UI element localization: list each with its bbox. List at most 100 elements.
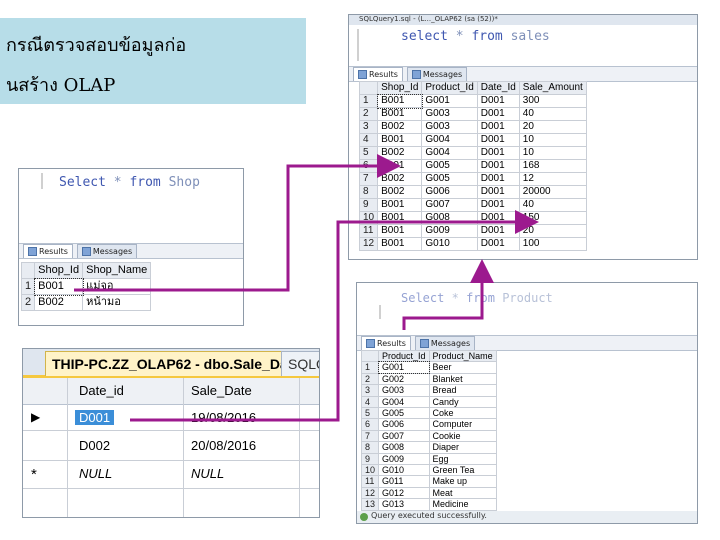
grid-cell[interactable]: 40 bbox=[518, 107, 587, 121]
grid-cell[interactable]: Beer bbox=[428, 361, 497, 374]
grid-cell[interactable]: B002 bbox=[377, 185, 423, 199]
table-row[interactable]: 8 G008 Diaper bbox=[360, 441, 497, 454]
grid-cell[interactable]: G002 bbox=[378, 372, 430, 386]
table-row[interactable]: 9 G009 Egg bbox=[360, 452, 497, 466]
column-header-sale-date[interactable]: Sale_Date bbox=[191, 383, 252, 398]
grid-cell[interactable]: G001 bbox=[421, 94, 478, 108]
grid-cell[interactable]: B002 bbox=[377, 146, 423, 160]
grid-cell[interactable]: D001 bbox=[476, 94, 520, 108]
grid-cell[interactable]: D001 bbox=[476, 224, 520, 238]
sales-sql-text[interactable]: select * from sales bbox=[401, 29, 550, 44]
table-row[interactable]: 5 B002 G004 D001 10 bbox=[358, 146, 587, 160]
results-tab[interactable]: Results bbox=[23, 244, 73, 258]
column-header[interactable]: Sale_Amount bbox=[518, 81, 587, 95]
table-row[interactable]: 2 B002 หน้ามอ bbox=[20, 294, 152, 311]
table-row[interactable]: 11 B001 G009 D001 20 bbox=[358, 224, 587, 238]
table-row[interactable]: 5 G005 Coke bbox=[360, 407, 497, 420]
column-header[interactable]: Product_Name bbox=[428, 349, 497, 363]
table-row[interactable]: 1 G001 Beer bbox=[360, 360, 497, 375]
grid-cell[interactable]: Cookie bbox=[428, 429, 497, 443]
table-row[interactable]: 1 B001 แม่จอ bbox=[20, 277, 152, 296]
column-header[interactable]: Shop_Id bbox=[377, 81, 423, 95]
grid-cell[interactable]: G003 bbox=[421, 120, 478, 134]
grid-cell[interactable]: B002 bbox=[377, 120, 423, 134]
cell-sale-date[interactable]: 19/08/2016 bbox=[191, 410, 256, 425]
results-tab[interactable]: Results bbox=[361, 336, 411, 350]
grid-cell[interactable]: B001 bbox=[377, 133, 423, 147]
grid-cell[interactable]: D001 bbox=[476, 211, 520, 225]
messages-tab[interactable]: Messages bbox=[414, 336, 476, 350]
grid-cell[interactable]: 10 bbox=[518, 146, 587, 160]
tab-sale-date[interactable]: THIP-PC.ZZ_OLAP62 - dbo.Sale_Date bbox=[45, 351, 308, 376]
product-sql-text[interactable]: Select * from Product bbox=[401, 291, 553, 305]
table-row[interactable]: 13 G013 Medicine bbox=[360, 498, 497, 511]
grid-cell[interactable]: แม่จอ bbox=[82, 278, 152, 295]
grid-cell[interactable]: G003 bbox=[378, 384, 430, 397]
table-row[interactable]: 3 B002 G003 D001 20 bbox=[358, 120, 587, 134]
grid-cell[interactable]: G004 bbox=[421, 146, 478, 160]
grid-cell[interactable]: D001 bbox=[476, 120, 520, 134]
grid-cell[interactable]: B002 bbox=[34, 294, 84, 311]
shop-sql-text[interactable]: Select * from Shop bbox=[59, 175, 200, 190]
grid-cell[interactable]: G008 bbox=[421, 211, 478, 225]
grid-cell[interactable]: G013 bbox=[378, 498, 430, 511]
grid-cell[interactable]: 12 bbox=[518, 172, 587, 186]
grid-cell[interactable]: D001 bbox=[476, 185, 520, 199]
grid-cell[interactable]: 150 bbox=[518, 211, 587, 225]
grid-cell[interactable]: B001 bbox=[377, 159, 423, 173]
sales-query-tab[interactable]: SQLQuery1.sql - (L..._OLAP62 (sa (52))* bbox=[349, 15, 697, 25]
grid-cell[interactable]: Egg bbox=[428, 452, 497, 466]
cell-date-id[interactable]: D002 bbox=[79, 438, 110, 453]
grid-cell[interactable]: 100 bbox=[518, 237, 587, 251]
grid-cell[interactable]: 10 bbox=[518, 133, 587, 147]
grid-cell[interactable]: Diaper bbox=[428, 441, 497, 454]
grid-cell[interactable]: Blanket bbox=[428, 372, 497, 386]
grid-cell[interactable]: B001 bbox=[377, 237, 423, 251]
grid-cell[interactable]: G004 bbox=[421, 133, 478, 147]
grid-cell[interactable]: G007 bbox=[421, 198, 478, 212]
table-row[interactable]: 4 G004 Candy bbox=[360, 395, 497, 409]
grid-cell[interactable]: Make up bbox=[428, 475, 497, 488]
table-row[interactable]: 4 B001 G004 D001 10 bbox=[358, 133, 587, 147]
table-row[interactable]: 8 B002 G006 D001 20000 bbox=[358, 185, 587, 199]
table-row[interactable]: 3 G003 Bread bbox=[360, 384, 497, 397]
cell-date-id[interactable]: NULL bbox=[79, 466, 112, 481]
table-row[interactable]: 11 G011 Make up bbox=[360, 475, 497, 488]
grid-cell[interactable]: G011 bbox=[378, 475, 430, 488]
grid-cell[interactable]: D001 bbox=[476, 133, 520, 147]
grid-cell[interactable]: Medicine bbox=[428, 498, 497, 511]
grid-cell[interactable]: G009 bbox=[378, 452, 430, 466]
column-header-date-id[interactable]: Date_id bbox=[79, 383, 124, 398]
grid-cell[interactable]: G009 bbox=[421, 224, 478, 238]
grid-cell[interactable]: Candy bbox=[428, 395, 497, 409]
grid-cell[interactable]: G010 bbox=[378, 464, 430, 477]
cell-sale-date[interactable]: 20/08/2016 bbox=[191, 438, 256, 453]
grid-cell[interactable]: G012 bbox=[378, 486, 430, 500]
table-row[interactable]: 12 B001 G010 D001 100 bbox=[358, 237, 587, 251]
grid-cell[interactable]: G001 bbox=[377, 360, 431, 375]
grid-cell[interactable]: D001 bbox=[476, 198, 520, 212]
shop-query-editor[interactable]: Select * from Shop bbox=[19, 169, 243, 235]
cell-sale-date[interactable]: NULL bbox=[191, 466, 224, 481]
table-row[interactable]: 6 G006 Computer bbox=[360, 418, 497, 431]
grid-cell[interactable]: G006 bbox=[421, 185, 478, 199]
table-row[interactable]: 7 B002 G005 D001 12 bbox=[358, 172, 587, 186]
grid-cell[interactable]: Green Tea bbox=[428, 464, 497, 477]
grid-cell[interactable]: B001 bbox=[33, 277, 84, 296]
table-row[interactable]: 1 B001 G001 D001 300 bbox=[358, 93, 587, 109]
grid-cell[interactable]: 300 bbox=[518, 94, 587, 108]
grid-cell[interactable]: B001 bbox=[377, 224, 423, 238]
table-row[interactable]: 9 B001 G007 D001 40 bbox=[358, 198, 587, 212]
grid-cell[interactable]: G004 bbox=[378, 395, 430, 409]
grid-cell[interactable]: G005 bbox=[421, 159, 478, 173]
grid-cell[interactable]: 20 bbox=[518, 120, 587, 134]
grid-cell[interactable]: G005 bbox=[421, 172, 478, 186]
grid-cell[interactable]: B001 bbox=[376, 93, 423, 109]
grid-cell[interactable]: D001 bbox=[476, 146, 520, 160]
grid-cell[interactable]: G005 bbox=[378, 407, 430, 420]
grid-cell[interactable]: D001 bbox=[476, 172, 520, 186]
grid-cell[interactable]: B001 bbox=[377, 198, 423, 212]
grid-cell[interactable]: Coke bbox=[428, 407, 497, 420]
grid-cell[interactable]: B002 bbox=[377, 172, 423, 186]
results-tab[interactable]: Results bbox=[353, 67, 403, 81]
